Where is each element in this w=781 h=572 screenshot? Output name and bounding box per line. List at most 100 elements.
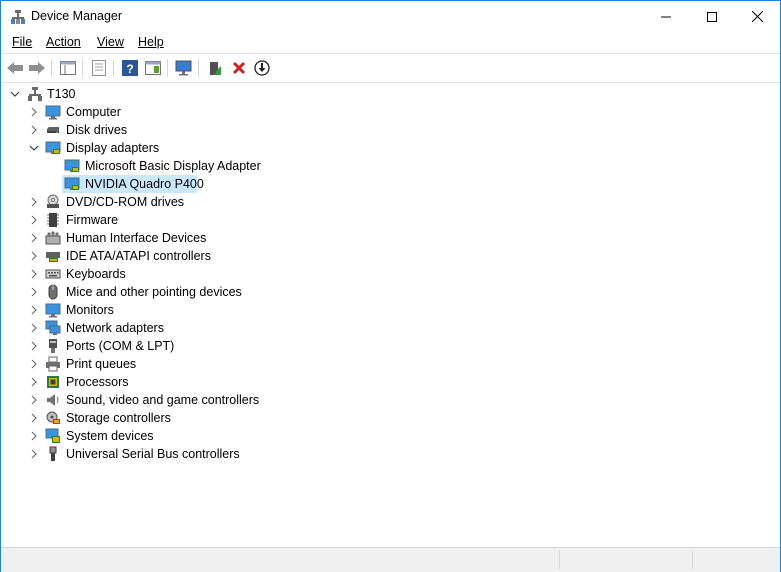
tree-item-label: Disk drives [66,123,128,137]
menu-view[interactable]: View [97,35,124,49]
svg-text:?: ? [126,62,133,76]
chevron-down-icon[interactable] [9,88,21,100]
chevron-down-icon[interactable] [28,142,40,154]
action-pane-icon[interactable] [143,58,163,78]
chevron-right-icon[interactable] [28,322,40,334]
tree-item-label: System devices [66,429,154,443]
chevron-right-icon[interactable] [28,268,40,280]
device-tree[interactable]: T130 Computer Disk drives Display adapte… [1,83,780,546]
tree-item-label: Firmware [66,213,119,227]
menu-action[interactable]: Action [46,35,81,49]
tree-item-label: Mice and other pointing devices [66,285,242,299]
chevron-right-icon[interactable] [28,448,40,460]
tree-item-storage-controllers[interactable]: Storage controllers [1,409,780,427]
back-arrow-icon[interactable] [5,58,25,78]
tree-root-label: T130 [47,87,76,101]
hid-icon [45,230,61,246]
network-adapter-icon [45,320,61,336]
tree-item-label: IDE ATA/ATAPI controllers [66,249,211,263]
tree-item-label: Computer [66,105,121,119]
status-bar [1,547,780,572]
tree-item-label: Keyboards [66,267,126,281]
chevron-right-icon[interactable] [28,124,40,136]
help-icon[interactable]: ? [120,58,140,78]
disable-device-icon[interactable] [252,58,272,78]
tree-item-dvd-cd-rom-drives[interactable]: DVD/CD-ROM drives [1,193,780,211]
chevron-right-icon[interactable] [28,232,40,244]
uninstall-device-icon[interactable] [229,58,249,78]
chevron-right-icon[interactable] [28,376,40,388]
maximize-button[interactable] [689,1,735,32]
tree-item-nvidia-quadro-p400[interactable]: NVIDIA Quadro P400 [1,175,780,193]
dvd-drive-icon [45,194,61,210]
printer-icon [45,356,61,372]
properties-icon[interactable] [89,58,109,78]
tree-item-label: Print queues [66,357,137,371]
tree-item-label: Sound, video and game controllers [66,393,260,407]
tree-item-keyboards[interactable]: Keyboards [1,265,780,283]
tree-item-universal-serial-bus-controllers[interactable]: Universal Serial Bus controllers [1,445,780,463]
tree-item-label: Ports (COM & LPT) [66,339,175,353]
display-adapter-icon [64,158,80,174]
scan-hardware-icon[interactable] [174,58,194,78]
storage-controller-icon [45,410,61,426]
tree-item-label: Network adapters [66,321,164,335]
chevron-right-icon[interactable] [28,286,40,298]
show-hide-console-tree-icon[interactable] [58,58,78,78]
disk-drive-icon [45,122,61,138]
ide-controller-icon [45,248,61,264]
tree-item-microsoft-basic-display-adapter[interactable]: Microsoft Basic Display Adapter [1,157,780,175]
tree-item-human-interface-devices[interactable]: Human Interface Devices [1,229,780,247]
computer-tree-root-icon [27,86,43,102]
status-divider [559,551,560,569]
tree-item-mice-and-other-pointing-devices[interactable]: Mice and other pointing devices [1,283,780,301]
chevron-right-icon[interactable] [28,250,40,262]
tree-root-row[interactable]: T130 [1,85,780,103]
keyboard-icon [45,266,61,282]
tree-item-label: Storage controllers [66,411,171,425]
chevron-right-icon[interactable] [28,214,40,226]
forward-arrow-icon[interactable] [27,58,47,78]
tree-item-label: Monitors [66,303,114,317]
tree-item-display-adapters[interactable]: Display adapters [1,139,780,157]
tree-item-processors[interactable]: Processors [1,373,780,391]
tree-item-print-queues[interactable]: Print queues [1,355,780,373]
tree-item-label: Display adapters [66,141,160,155]
chevron-right-icon[interactable] [28,304,40,316]
close-button[interactable] [734,1,780,32]
monitor-icon [45,302,61,318]
device-manager-app-icon [10,9,26,25]
window-title: Device Manager [31,9,123,23]
chevron-right-icon[interactable] [28,430,40,442]
tree-item-firmware[interactable]: Firmware [1,211,780,229]
chevron-right-icon[interactable] [28,340,40,352]
menu-bar: File Action View Help [1,32,780,53]
tree-item-ports-com-lpt[interactable]: Ports (COM & LPT) [1,337,780,355]
tree-item-label: Universal Serial Bus controllers [66,447,240,461]
tree-item-label: Microsoft Basic Display Adapter [85,159,261,173]
menu-help[interactable]: Help [138,35,164,49]
speaker-icon [45,392,61,408]
tree-item-sound-video-and-game-controllers[interactable]: Sound, video and game controllers [1,391,780,409]
tree-item-disk-drives[interactable]: Disk drives [1,121,780,139]
tree-item-system-devices[interactable]: System devices [1,427,780,445]
tree-item-monitors[interactable]: Monitors [1,301,780,319]
tree-item-label: NVIDIA Quadro P400 [85,177,204,191]
toolbar: ? [1,53,780,83]
chevron-right-icon[interactable] [28,394,40,406]
chevron-right-icon[interactable] [28,412,40,424]
tree-item-computer[interactable]: Computer [1,103,780,121]
status-divider [692,551,693,569]
menu-file[interactable]: File [12,35,32,49]
tree-item-ide-ata-atapi-controllers[interactable]: IDE ATA/ATAPI controllers [1,247,780,265]
chevron-right-icon[interactable] [28,196,40,208]
update-driver-icon[interactable] [205,58,225,78]
minimize-button[interactable] [643,1,689,32]
firmware-icon [45,212,61,228]
device-manager-window: Device Manager File Action View Help ? T… [0,0,781,572]
chevron-right-icon[interactable] [28,106,40,118]
tree-item-label: DVD/CD-ROM drives [66,195,185,209]
tree-item-network-adapters[interactable]: Network adapters [1,319,780,337]
chevron-right-icon[interactable] [28,358,40,370]
title-bar[interactable]: Device Manager [1,1,780,32]
